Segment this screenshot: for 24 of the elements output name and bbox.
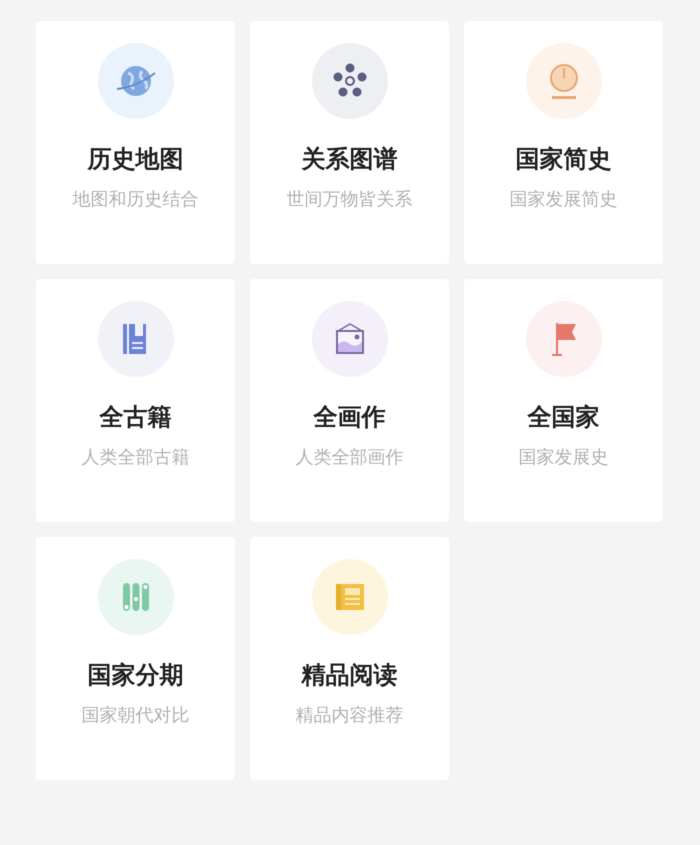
feature-card[interactable]: 国家简史 国家发展简史 [464, 21, 663, 264]
feature-card[interactable]: 国家分期 国家朝代对比 [36, 537, 235, 780]
card-subtitle: 世间万物皆关系 [286, 188, 412, 211]
feature-card[interactable]: 历史地图 地图和历史结合 [36, 21, 235, 264]
card-title: 国家分期 [88, 660, 184, 691]
card-title: 精品阅读 [302, 660, 398, 691]
card-subtitle: 国家发展简史 [510, 188, 618, 211]
card-subtitle: 国家发展史 [518, 446, 608, 469]
card-title: 全古籍 [100, 402, 172, 433]
feature-card[interactable]: 全古籍 人类全部古籍 [36, 279, 235, 522]
card-title: 全国家 [528, 402, 600, 433]
card-title: 历史地图 [88, 144, 184, 175]
card-subtitle: 国家朝代对比 [82, 704, 190, 727]
feature-card[interactable]: 关系图谱 世间万物皆关系 [250, 21, 449, 264]
card-title: 国家简史 [516, 144, 612, 175]
card-title: 关系图谱 [302, 144, 398, 175]
feature-card[interactable]: 精品阅读 精品内容推荐 [250, 537, 449, 780]
feature-card[interactable]: 全画作 人类全部画作 [250, 279, 449, 522]
feature-card[interactable]: 全国家 国家发展史 [464, 279, 663, 522]
card-subtitle: 人类全部古籍 [82, 446, 190, 469]
card-subtitle: 人类全部画作 [296, 446, 404, 469]
card-title: 全画作 [314, 402, 386, 433]
card-subtitle: 地图和历史结合 [72, 188, 198, 211]
card-subtitle: 精品内容推荐 [296, 704, 404, 727]
